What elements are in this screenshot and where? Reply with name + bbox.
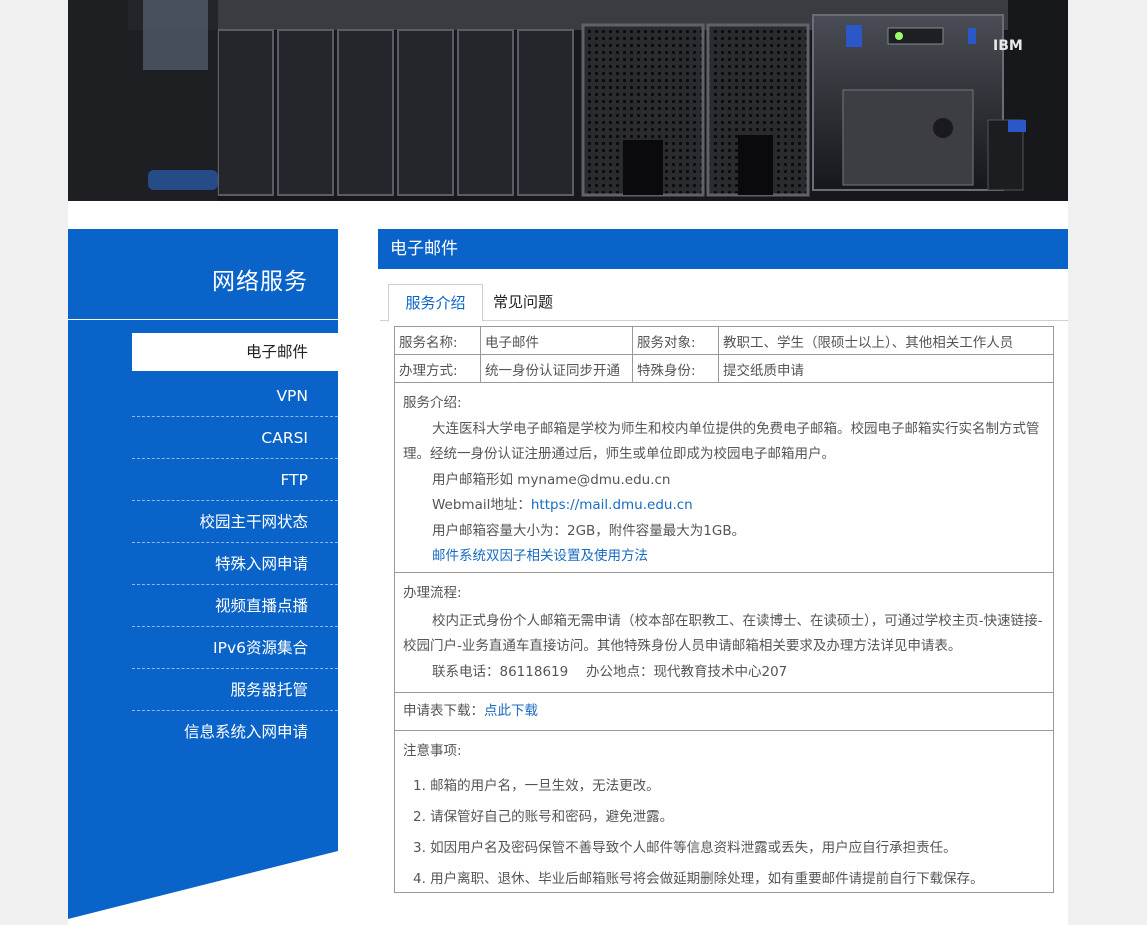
tab-service-intro[interactable]: 服务介绍 — [388, 284, 483, 322]
notes-section: 注意事项: 1. 邮箱的用户名，一旦生效，无法更改。 2. 请保管好自己的账号和… — [394, 731, 1054, 893]
sidebar: 网络服务 电子邮件 VPN CARSI FTP 校园主干网状态 特殊入网申请 视… — [68, 229, 338, 925]
sidebar-item-carsi[interactable]: CARSI — [132, 417, 338, 459]
main-content: 电子邮件 服务介绍 常见问题 服务名称: 电子邮件 服务对象: 教职工、学生（限… — [378, 229, 1068, 893]
list-item: 1. 邮箱的用户名，一旦生效，无法更改。 — [413, 777, 660, 794]
section-title: 服务介绍: — [403, 395, 462, 411]
page: IBM 网络服务 电子邮件 VPN CARSI FTP 校园主干网状态 特殊入网… — [68, 0, 1068, 925]
intro-paragraph: 大连医科大学电子邮箱是学校为师生和校内单位提供的免费电子邮箱。校园电子邮箱实行实… — [403, 420, 1040, 463]
table-cell-value: 教职工、学生（限硕士以上）、其他相关工作人员 — [718, 326, 1054, 355]
contact-text: 联系电话：86118619 办公地点：现代教育技术中心207 — [432, 663, 788, 680]
sidebar-item-email[interactable]: 电子邮件 — [132, 333, 338, 371]
sidebar-item-video-live[interactable]: 视频直播点播 — [132, 585, 338, 627]
download-label: 申请表下载： — [403, 703, 484, 719]
tab-bar: 服务介绍 常见问题 — [380, 284, 1068, 322]
table-cell-value: 电子邮件 — [480, 326, 633, 355]
list-item: 3. 如因用户名及密码保管不善导致个人邮件等信息资料泄露或丢失，用户应自行承担责… — [413, 839, 957, 856]
sidebar-item-backbone-status[interactable]: 校园主干网状态 — [132, 501, 338, 543]
list-item: 2. 请保管好自己的账号和密码，避免泄露。 — [413, 808, 674, 825]
table-cell-value: 统一身份认证同步开通 — [480, 354, 633, 383]
sidebar-item-vpn[interactable]: VPN — [132, 375, 338, 417]
table-cell-value: 提交纸质申请 — [718, 354, 1054, 383]
sidebar-item-special-access[interactable]: 特殊入网申请 — [132, 543, 338, 585]
sidebar-item-system-access[interactable]: 信息系统入网申请 — [132, 711, 338, 753]
sidebar-item-ipv6[interactable]: IPv6资源集合 — [132, 627, 338, 669]
download-link[interactable]: 点此下载 — [484, 703, 538, 719]
table-row: 办理方式: 统一身份认证同步开通 特殊身份: 提交纸质申请 — [394, 354, 1054, 383]
download-line: 申请表下载：点此下载 — [395, 699, 1053, 725]
header-banner: IBM — [68, 0, 1068, 201]
sidebar-nav: 电子邮件 VPN CARSI FTP 校园主干网状态 特殊入网申请 视频直播点播… — [132, 333, 338, 753]
webmail-line: Webmail地址：https://mail.dmu.edu.cn — [395, 493, 1053, 519]
process-section: 办理流程: 校内正式身份个人邮箱无需申请（校本部在职教工、在读博士、在读硕士），… — [394, 573, 1054, 693]
server-rack-image: IBM — [68, 0, 1068, 201]
service-intro-section: 服务介绍: 大连医科大学电子邮箱是学校为师生和校内单位提供的免费电子邮箱。校园电… — [394, 383, 1054, 573]
table-cell-label: 办理方式: — [394, 354, 481, 383]
table-row: 服务名称: 电子邮件 服务对象: 教职工、学生（限硕士以上）、其他相关工作人员 — [394, 326, 1054, 355]
email-format-text: 用户邮箱形如 myname@dmu.edu.cn — [432, 471, 671, 488]
page-title: 电子邮件 — [378, 229, 1068, 269]
table-cell-label: 特殊身份: — [632, 354, 719, 383]
list-item: 4. 用户离职、退休、毕业后邮箱账号将会做延期删除处理，如有重要邮件请提前自行下… — [413, 870, 984, 887]
notes-list: 1. 邮箱的用户名，一旦生效，无法更改。 2. 请保管好自己的账号和密码，避免泄… — [395, 771, 1053, 895]
table-cell-label: 服务名称: — [394, 326, 481, 355]
download-section: 申请表下载：点此下载 — [394, 693, 1054, 731]
twofactor-link[interactable]: 邮件系统双因子相关设置及使用方法 — [432, 548, 648, 564]
capacity-text: 用户邮箱容量大小为：2GB，附件容量最大为1GB。 — [432, 522, 746, 539]
svg-text:IBM: IBM — [993, 38, 1023, 54]
section-title: 办理流程: — [403, 585, 462, 601]
tab-faq[interactable]: 常见问题 — [493, 284, 553, 321]
twofactor-line: 邮件系统双因子相关设置及使用方法 — [395, 544, 1053, 570]
sidebar-title: 网络服务 — [212, 269, 308, 295]
section-title: 注意事项: — [403, 743, 462, 759]
sidebar-item-ftp[interactable]: FTP — [132, 459, 338, 501]
process-paragraph: 校内正式身份个人邮箱无需申请（校本部在职教工、在读博士、在读硕士），可通过学校主… — [403, 612, 1043, 655]
sidebar-divider — [68, 319, 338, 320]
webmail-label: Webmail地址： — [432, 497, 531, 513]
sidebar-item-server-hosting[interactable]: 服务器托管 — [132, 669, 338, 711]
table-cell-label: 服务对象: — [632, 326, 719, 355]
service-info-table: 服务名称: 电子邮件 服务对象: 教职工、学生（限硕士以上）、其他相关工作人员 … — [394, 326, 1054, 383]
webmail-link[interactable]: https://mail.dmu.edu.cn — [531, 497, 693, 513]
